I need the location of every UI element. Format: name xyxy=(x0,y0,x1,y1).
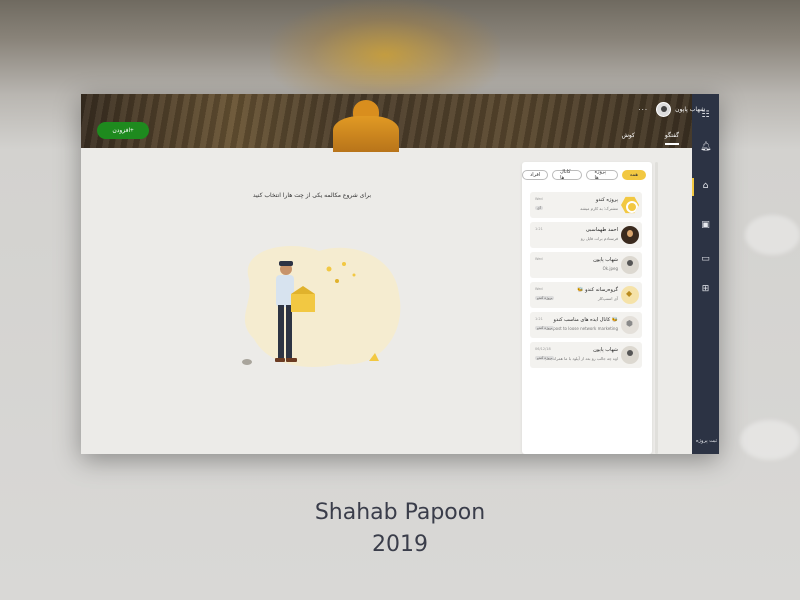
chat-list-item[interactable]: احمد طهماسبی فرستادم برات فایل رو 1:21 xyxy=(530,222,642,248)
chat-time: 06/12/18 xyxy=(535,347,551,351)
chat-avatar xyxy=(621,286,639,304)
chat-list-item[interactable]: شهاب پاپون Ok.jpeg Wed xyxy=(530,252,642,278)
filter-projects[interactable]: پروژه ها xyxy=(586,169,618,181)
illustration-backdrop xyxy=(244,246,401,368)
empty-state-message: برای شروع مکالمه یکی از چت هارا انتخاب ک… xyxy=(252,192,371,199)
background-blur-shape xyxy=(745,215,800,255)
chat-title: 🐝 گروه‌رسانه کندو xyxy=(577,287,618,293)
person-shoe-left xyxy=(275,358,285,362)
background-blur-shape xyxy=(740,420,800,460)
empty-state-illustration xyxy=(242,246,401,368)
banner-photo-hiker xyxy=(333,100,399,152)
chat-avatar xyxy=(621,316,639,334)
person-legs-left xyxy=(278,305,284,360)
more-menu-icon[interactable]: ··· xyxy=(638,106,648,114)
chat-title: پروژه کندو xyxy=(595,197,618,203)
avatar[interactable] xyxy=(656,102,672,117)
folder-icon[interactable]: ▭ xyxy=(700,254,711,265)
box-icon xyxy=(291,294,315,312)
chat-list-item[interactable]: 🐝 گروه‌رسانه کندو آی اسنپ‌کار Wed پروژه … xyxy=(530,282,642,308)
chat-time: 1:21 xyxy=(535,317,543,321)
chat-preview: Ok.jpeg xyxy=(602,266,618,271)
chat-time: 1:21 xyxy=(535,227,543,231)
chat-preview: فرستادم برات فایل رو xyxy=(580,236,618,241)
app-window: افزودن+ ··· شهاب پاپون کوش گفتگو برای شر… xyxy=(81,94,719,454)
chat-title: کانال ایده های مناسب کندو 🐝 xyxy=(553,317,618,323)
person-cap xyxy=(279,261,293,266)
user-name: شهاب پاپون xyxy=(675,106,705,113)
filter-chips: همه پروژه ها کانال ها افراد xyxy=(522,169,646,181)
chat-preview: vikipost to loose network marketing xyxy=(546,326,618,331)
chat-preview: آی اسنپ‌کار xyxy=(597,296,618,301)
gamepad-icon[interactable]: ⊞ xyxy=(700,284,711,295)
caption-year: 2019 xyxy=(372,532,428,557)
person-shoe-right xyxy=(286,358,297,362)
chat-list-scrollbar[interactable] xyxy=(655,162,658,454)
chat-time: Wed xyxy=(535,257,543,261)
chat-preview: مشترک: به کارم میشه xyxy=(580,206,618,211)
chat-avatar xyxy=(621,346,639,364)
chat-badge: پروژه کندو xyxy=(535,326,555,330)
home-icon[interactable]: ⌂ xyxy=(700,181,711,192)
side-nav: ☷ 🔔︎ ⌂ ▣ ▭ ⊞ ثبت پروژه xyxy=(692,94,719,454)
chat-badge: پروژه کندو xyxy=(535,356,555,360)
filter-people[interactable]: افراد xyxy=(522,170,549,180)
nav-active-indicator xyxy=(692,178,694,196)
tab-chat[interactable]: گفتگو xyxy=(664,132,679,145)
chat-avatar xyxy=(621,226,639,244)
floating-leaf xyxy=(352,273,356,277)
caption-name: Shahab Papoon xyxy=(314,500,486,525)
chat-time: Wed xyxy=(535,287,543,291)
chat-badge: آی xyxy=(535,206,543,210)
nav-project-label[interactable]: ثبت پروژه xyxy=(696,438,717,444)
user-profile[interactable]: ··· شهاب پاپون xyxy=(638,102,705,117)
bag-icon[interactable]: ▣ xyxy=(700,220,711,231)
filter-all[interactable]: همه xyxy=(621,170,646,180)
chat-avatar xyxy=(621,196,639,214)
chat-preview: اوه چه جالب رو بعد از آپلود با ما همراه … xyxy=(542,356,618,361)
bell-icon[interactable]: 🔔︎ xyxy=(700,142,711,153)
ground-rock xyxy=(242,359,252,365)
chat-title: شهاب پاپون xyxy=(593,347,618,353)
tab-kosh[interactable]: کوش xyxy=(622,132,635,145)
floating-leaf xyxy=(335,279,339,283)
chat-title: احمد طهماسبی xyxy=(585,227,618,233)
chat-avatar xyxy=(621,256,639,274)
chat-list-panel: همه پروژه ها کانال ها افراد پروژه کندو م… xyxy=(522,162,652,454)
chat-badge: پروژه کندو xyxy=(535,296,555,300)
person-legs-right xyxy=(286,305,292,360)
chat-list-item[interactable]: شهاب پاپون اوه چه جالب رو بعد از آپلود ب… xyxy=(530,342,642,368)
floating-leaf xyxy=(342,262,346,266)
create-button[interactable]: افزودن+ xyxy=(97,122,149,139)
chat-list-item[interactable]: پروژه کندو مشترک: به کارم میشه Wed آی xyxy=(530,192,642,218)
chat-title: شهاب پاپون xyxy=(593,257,618,263)
chat-list-item[interactable]: کانال ایده های مناسب کندو 🐝 vikipost to … xyxy=(530,312,642,338)
chat-time: Wed xyxy=(535,197,543,201)
tab-bar: کوش گفتگو xyxy=(622,132,679,145)
filter-channels[interactable]: کانال ها xyxy=(552,169,583,181)
floating-leaf xyxy=(326,266,332,272)
